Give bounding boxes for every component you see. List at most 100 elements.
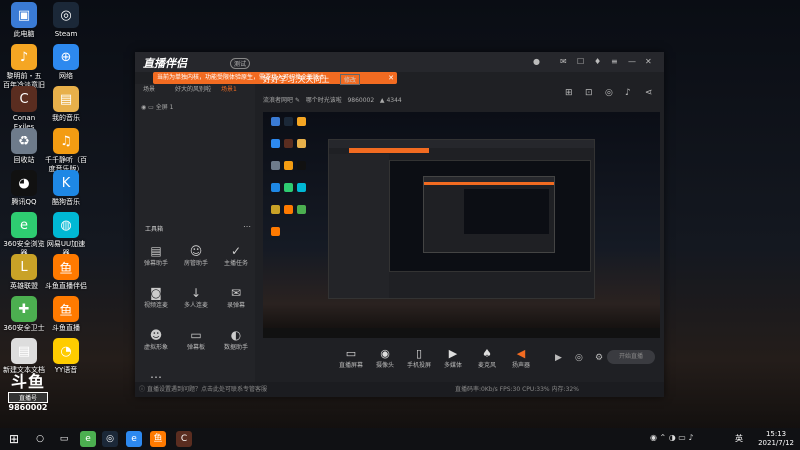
watermark-logo: 斗鱼 xyxy=(10,372,45,391)
live-preview[interactable] xyxy=(263,112,660,338)
tool-task[interactable]: ✓ 主播任务 xyxy=(217,244,255,267)
phone-cast-button[interactable]: ▯ 手机投屏 xyxy=(401,347,437,369)
tool-danmu-board[interactable]: ▭ 弹幕板 xyxy=(177,328,215,351)
tool-danmu[interactable]: ▤ 弹幕助手 xyxy=(137,244,175,267)
search-icon[interactable]: ○ xyxy=(32,431,48,447)
desktop-icon[interactable]: ▤ 我的音乐 xyxy=(44,86,88,123)
game-icon: ♪ xyxy=(11,44,37,70)
desktop-icon-label: YY语音 xyxy=(54,366,78,374)
lock-preview-icon[interactable]: ⊡ xyxy=(585,88,593,98)
media-icon: ▶ xyxy=(448,347,458,360)
desktop-icon[interactable]: ⊕ 网络 xyxy=(44,44,88,81)
message-icon[interactable]: ✉ xyxy=(560,57,567,66)
left-panel: 场景 好大的风别啦 场景1 ◉ ▭ 全屏 1 工具箱 ⋯ ▤ 弹幕助手 ☺ 房管助手 ✓… xyxy=(135,84,255,397)
tab-scene-2[interactable]: 好大的风别啦 xyxy=(175,84,211,93)
preview-desktop-icon xyxy=(271,205,280,214)
steam-taskbar-icon[interactable]: ◎ xyxy=(102,431,118,447)
tool-video-link[interactable]: ◙ 视频连麦 xyxy=(137,286,175,309)
desktop-icon-label: 网络 xyxy=(59,72,73,80)
lock-icon[interactable]: ▭ xyxy=(148,104,154,111)
ime-indicator[interactable]: 英 xyxy=(735,433,743,444)
conan-taskbar-icon[interactable]: C xyxy=(176,431,192,447)
desktop-icon[interactable]: ◕ 腾讯QQ xyxy=(2,170,46,207)
minimize-icon[interactable]: — xyxy=(628,57,636,66)
desktop-icon[interactable]: K 酷狗音乐 xyxy=(44,170,88,207)
task-view-icon[interactable]: ▭ xyxy=(56,431,72,447)
screen-button[interactable]: ▭ 直播屏幕 xyxy=(333,347,369,369)
start-live-button[interactable]: 开始直播 xyxy=(607,350,655,364)
scene-item[interactable]: ◉ ▭ 全屏 1 xyxy=(141,102,174,111)
avatar-icon: ☻ xyxy=(149,328,163,342)
desktop-icon[interactable]: ▣ 此电脑 xyxy=(2,2,46,39)
ie-taskbar-icon[interactable]: e xyxy=(126,431,142,447)
desktop-icon-label: Steam xyxy=(54,30,78,38)
gear-icon[interactable]: ⚙ xyxy=(595,353,603,363)
tab-scene[interactable]: 场景 xyxy=(143,84,155,93)
desktop-icon[interactable]: L 英雄联盟 xyxy=(2,254,46,291)
video-icon[interactable]: ▶ xyxy=(555,353,562,363)
bottom-tip[interactable]: 直播设置遇到问题？点击此处可联系专管客服 xyxy=(147,386,267,393)
mic-button[interactable]: ♠ 麦克风 xyxy=(469,347,505,369)
desktop-icon[interactable]: C Conan Exiles xyxy=(2,86,46,132)
desktop-icon[interactable]: e 360安全浏览 器 xyxy=(2,212,46,258)
desktop-icon[interactable]: ◍ 网易UU加速 器 xyxy=(44,212,88,258)
desktop-icon[interactable]: ◔ YY语音 xyxy=(44,338,88,375)
menu-icon[interactable]: ≡ xyxy=(611,57,618,66)
watermark-sub: 直播号 xyxy=(8,392,48,403)
mic-monitor-icon[interactable]: ◎ xyxy=(575,353,583,363)
control-label: 摄像头 xyxy=(375,362,394,369)
preview-desktop-icon xyxy=(271,161,280,170)
share-icon[interactable]: ⋖ xyxy=(645,88,653,98)
gift-icon[interactable]: ☐ xyxy=(577,57,584,66)
preview-desktop-icon xyxy=(284,117,293,126)
speaker-button[interactable]: ◀ 扬声器 xyxy=(503,347,539,369)
tool-avatar[interactable]: ☻ 虚拟形象 xyxy=(137,328,175,351)
tool-data[interactable]: ◐ 数据助手 xyxy=(217,328,255,351)
bottom-stats: 直播码率:0Kb/s FPS:30 CPU:33% 内存:32% xyxy=(455,386,579,393)
app-logo: 直播伴侣 xyxy=(143,57,187,70)
desktop-icon[interactable]: ♻ 回收站 xyxy=(2,128,46,165)
preview-desktop-icon xyxy=(297,139,306,148)
stream-category[interactable]: 流浪者网吧 xyxy=(263,97,293,104)
nested-left-panel xyxy=(329,154,389,298)
close-icon[interactable]: ✕ xyxy=(645,57,652,66)
desktop-icon[interactable]: ♪ 黎明前・五 百年冷淡意旧 xyxy=(2,44,46,90)
desktop-icon[interactable]: ♫ 千千静听（百 度音乐版） xyxy=(44,128,88,174)
360-taskbar-icon[interactable]: e xyxy=(80,431,96,447)
viewer-count: 4344 xyxy=(386,97,402,104)
clock[interactable]: 15:13 2021/7/12 xyxy=(758,430,794,448)
banner-close-icon[interactable]: ✕ xyxy=(388,72,394,84)
eye-icon[interactable]: ◉ xyxy=(141,104,146,111)
edit-title-button[interactable]: 修改 xyxy=(340,74,361,85)
douyu-taskbar-icon[interactable]: 鱼 xyxy=(150,431,166,447)
desktop-icon[interactable]: ◎ Steam xyxy=(44,2,88,39)
tool-record-danmu[interactable]: ✉ 录弹幕 xyxy=(217,286,255,309)
yy-icon: ◔ xyxy=(53,338,79,364)
desktop-icon[interactable]: 鱼斗鱼直播 xyxy=(44,296,88,333)
folder-icon: ▤ xyxy=(53,86,79,112)
tool-label: 多人连麦 xyxy=(183,302,208,309)
bell-icon[interactable]: ♪ xyxy=(625,88,631,98)
desktop-icon[interactable]: 鱼斗鱼直播伴侣 xyxy=(44,254,88,291)
control-label: 麦克风 xyxy=(477,362,496,369)
settings-icon[interactable]: ♦ xyxy=(594,57,601,66)
control-label: 直播屏幕 xyxy=(338,362,363,369)
avatar[interactable]: ● xyxy=(533,57,540,66)
screenshot-icon[interactable]: ⊞ xyxy=(565,88,573,98)
edit-icon[interactable]: ✎ xyxy=(295,97,300,104)
control-bar: ▭ 直播屏幕 ◉ 摄像头 ▯ 手机投屏 ▶ 多媒体 ♠ 麦克风 ◀ 扬声器 ▶ ◎ ⚙ xyxy=(263,347,660,381)
title-bar: 直播伴侣 测试 ● ✉ ☐ ♦ ≡ — ✕ xyxy=(135,52,664,72)
tool-multi-link[interactable]: ↓ 多人连麦 xyxy=(177,286,215,309)
conan-icon: C xyxy=(11,86,37,112)
tool-label: 视频连麦 xyxy=(143,302,168,309)
tab-scene-3[interactable]: 场景1 xyxy=(221,84,237,93)
desktop-icon[interactable]: ✚ 360安全卫士 xyxy=(2,296,46,333)
camera-button[interactable]: ◉ 摄像头 xyxy=(367,347,403,369)
tray-icons[interactable]: ◉ ⌃ ◑ ▭ ♪ xyxy=(650,433,694,442)
windows-start-icon[interactable]: ⊞ xyxy=(6,431,22,447)
media-button[interactable]: ▶ 多媒体 xyxy=(435,347,471,369)
desktop-icon-label: 我的音乐 xyxy=(52,114,80,122)
tool-admin[interactable]: ☺ 房管助手 xyxy=(177,244,215,267)
record-icon[interactable]: ◎ xyxy=(605,88,613,98)
more-options-icon[interactable]: ⋯ xyxy=(243,222,251,231)
